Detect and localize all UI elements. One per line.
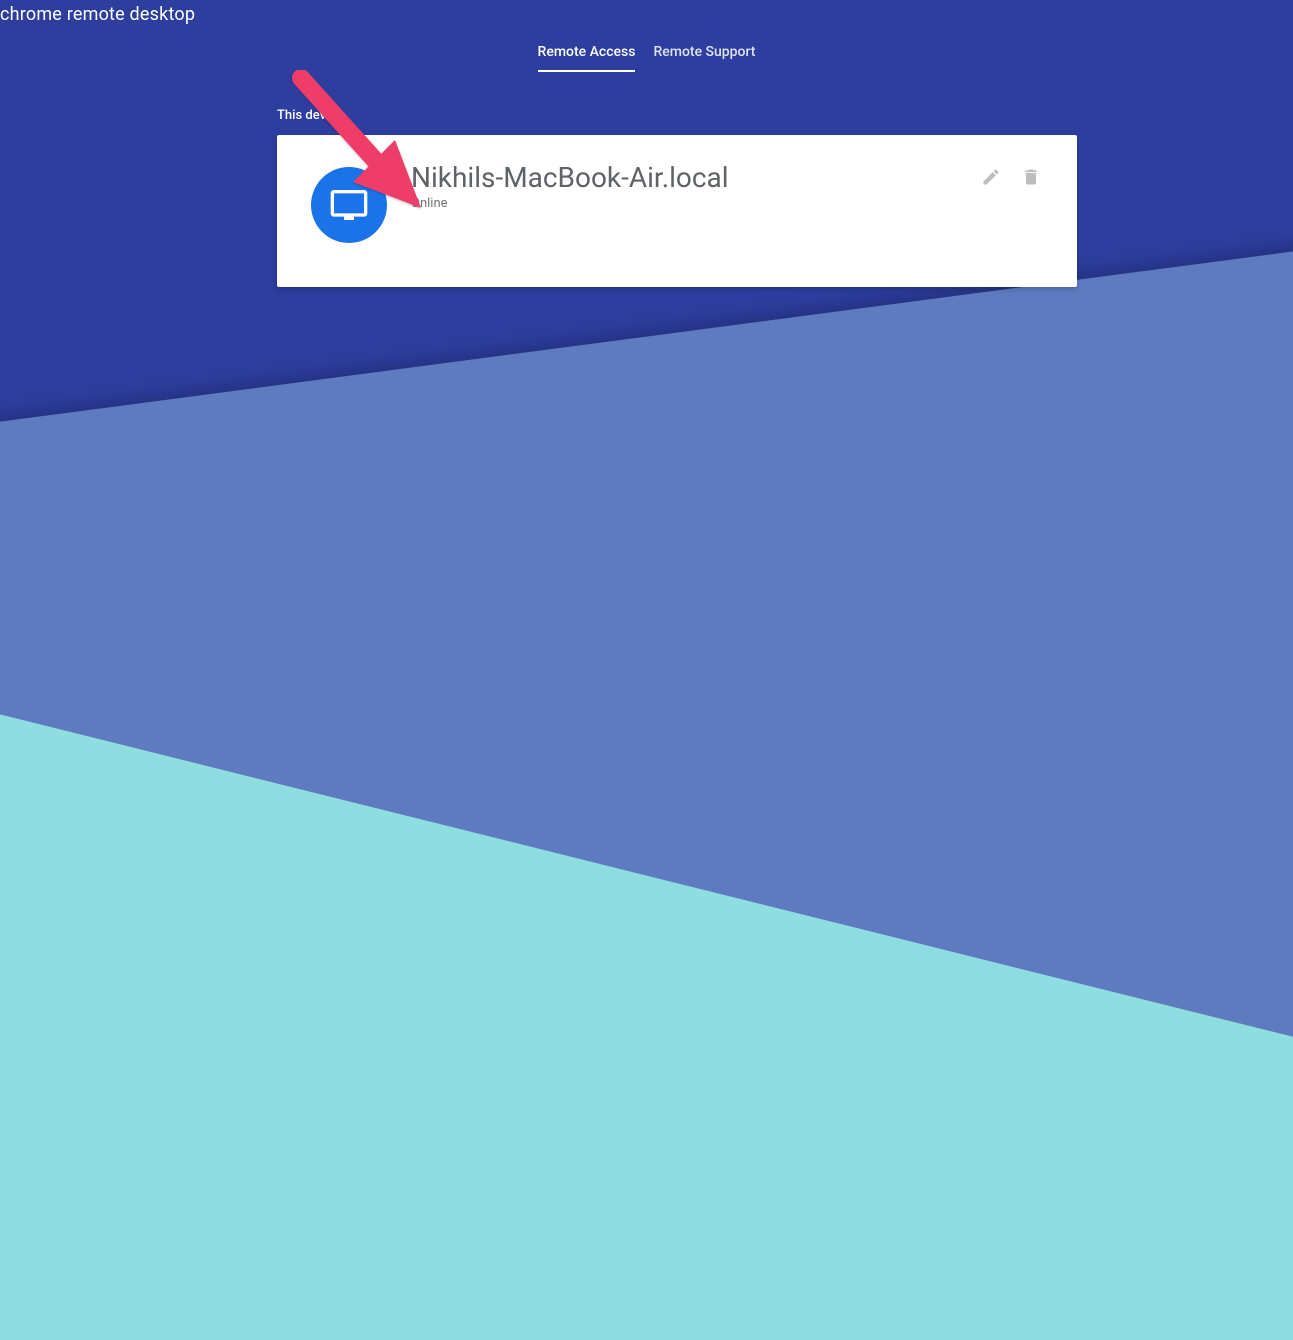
edit-button[interactable] — [979, 167, 1003, 191]
pencil-icon — [981, 167, 1001, 191]
app-logo: chrome remote desktop — [0, 4, 195, 25]
device-status: Online — [411, 196, 979, 211]
tab-remote-support[interactable]: Remote Support — [653, 36, 755, 72]
nav-tabs: Remote Access Remote Support — [0, 36, 1293, 72]
background — [0, 0, 1293, 670]
section-label-this-device: This device — [277, 108, 1077, 123]
trash-icon — [1021, 167, 1041, 191]
tab-remote-access[interactable]: Remote Access — [538, 36, 636, 72]
device-name: Nikhils-MacBook-Air.local — [411, 163, 979, 194]
delete-button[interactable] — [1019, 167, 1043, 191]
monitor-icon — [311, 167, 387, 243]
device-card[interactable]: Nikhils-MacBook-Air.local Online — [277, 135, 1077, 287]
